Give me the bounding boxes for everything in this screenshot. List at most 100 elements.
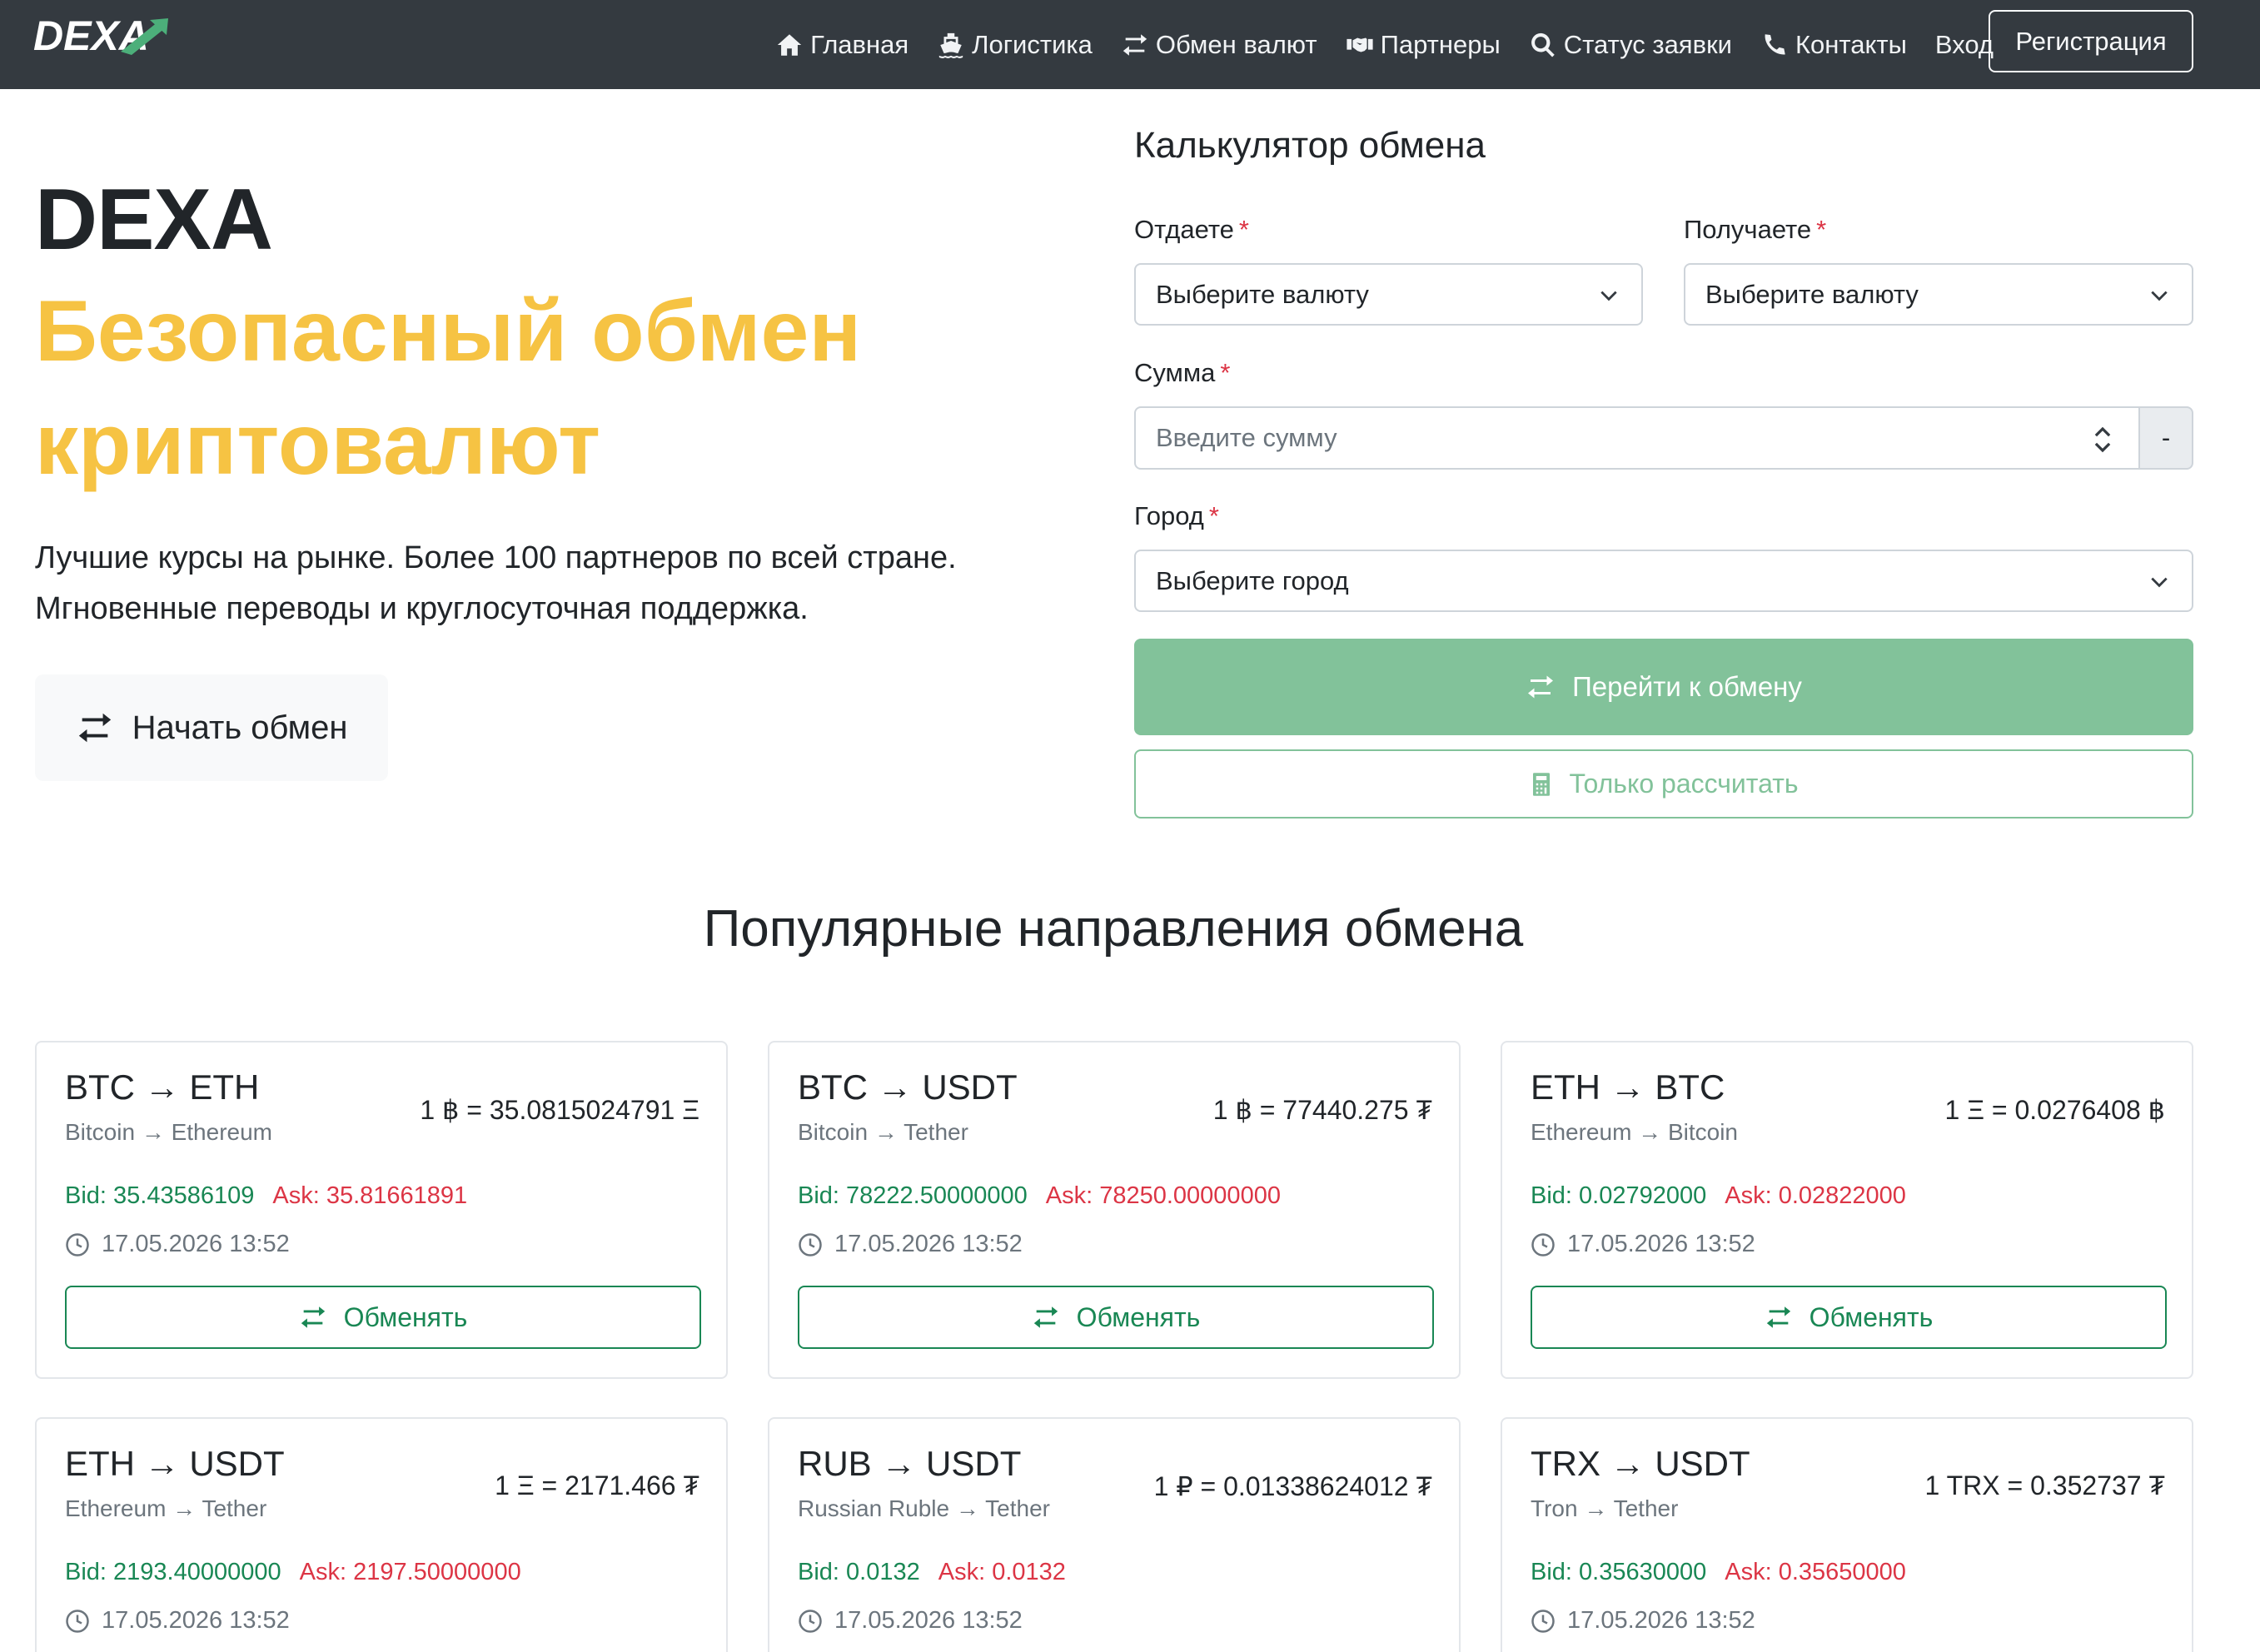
nav-login-label: Вход bbox=[1934, 29, 1994, 59]
start-exchange-label: Начать обмен bbox=[132, 709, 348, 746]
nav-home-label: Главная bbox=[810, 29, 909, 59]
card-pair: BTC → USDT bbox=[798, 1067, 1018, 1107]
handshake-icon bbox=[1346, 37, 1373, 52]
city-select[interactable]: Выберите город bbox=[1134, 550, 2193, 612]
nav-login[interactable]: Вход bbox=[1935, 30, 1994, 60]
card-rate: 1 ฿ = 35.0815024791 Ξ bbox=[420, 1095, 699, 1125]
card-pair: TRX → USDT bbox=[1531, 1444, 1750, 1483]
calculate-only-button[interactable]: Только рассчитать bbox=[1134, 749, 2193, 819]
card-exchange-label: Обменять bbox=[343, 1301, 468, 1332]
give-label-text: Отдаете bbox=[1134, 215, 1234, 244]
card-bid: Bid: 35.43586109 bbox=[65, 1182, 255, 1209]
city-label: Город * bbox=[1134, 501, 1219, 531]
nav-status[interactable]: Статус заявки bbox=[1529, 30, 1732, 60]
card-exchange-button[interactable]: Обменять bbox=[65, 1286, 701, 1349]
nav-logistics-label: Логистика bbox=[972, 29, 1093, 59]
clock-icon bbox=[799, 1609, 822, 1633]
hero-title: Безопасный обмен криптовалют bbox=[35, 283, 862, 493]
calculator-title: Калькулятор обмена bbox=[1134, 125, 1486, 166]
card-exchange-label: Обменять bbox=[1076, 1301, 1201, 1332]
nav-partners[interactable]: Партнеры bbox=[1346, 30, 1501, 60]
nav-menu: Главная Логистика Обмен валют Партнеры С… bbox=[775, 0, 1994, 89]
exchange-card: ETH → USDT Ethereum → Tether 1 Ξ = 2171.… bbox=[35, 1417, 728, 1652]
card-names: Ethereum → Tether bbox=[65, 1495, 267, 1521]
exchange-card: ETH → BTC Ethereum → Bitcoin 1 Ξ = 0.027… bbox=[1501, 1041, 2193, 1379]
hero-description: Лучшие курсы на рынке. Более 100 партнер… bbox=[35, 540, 957, 626]
card-bid-ask: Bid: 2193.40000000 Ask: 2197.50000000 bbox=[65, 1559, 521, 1586]
card-time-value: 17.05.2026 13:52 bbox=[1567, 1231, 1755, 1257]
get-currency-value: Выберите валюту bbox=[1705, 279, 1919, 309]
card-ask: Ask: 78250.00000000 bbox=[1045, 1182, 1281, 1209]
exchange-icon bbox=[1766, 1306, 1790, 1328]
clock-icon bbox=[799, 1232, 822, 1256]
card-bid-ask: Bid: 78222.50000000 Ask: 78250.00000000 bbox=[798, 1182, 1281, 1210]
card-pair: ETH → BTC bbox=[1531, 1067, 1725, 1107]
nav-exchange[interactable]: Обмен валют bbox=[1121, 30, 1317, 60]
exchange-icon bbox=[78, 713, 111, 743]
nav-partners-label: Партнеры bbox=[1380, 29, 1501, 59]
exchange-card: TRX → USDT Tron → Tether 1 TRX = 0.35273… bbox=[1501, 1417, 2193, 1652]
card-time-value: 17.05.2026 13:52 bbox=[834, 1231, 1023, 1257]
amount-label: Сумма * bbox=[1134, 358, 1230, 388]
card-bid-ask: Bid: 35.43586109 Ask: 35.81661891 bbox=[65, 1182, 467, 1210]
popular-directions-title: Популярные направления обмена bbox=[703, 900, 1524, 958]
get-label-text: Получаете bbox=[1684, 215, 1812, 244]
card-bid: Bid: 78222.50000000 bbox=[798, 1182, 1028, 1209]
nav-contacts[interactable]: Контакты bbox=[1760, 30, 1907, 60]
card-pair: ETH → USDT bbox=[65, 1444, 285, 1483]
dexa-logo[interactable]: DEXA bbox=[33, 15, 221, 58]
card-exchange-button[interactable]: Обменять bbox=[798, 1286, 1434, 1349]
nav-exchange-label: Обмен валют bbox=[1155, 29, 1317, 59]
search-icon bbox=[1531, 32, 1555, 57]
card-time-value: 17.05.2026 13:52 bbox=[102, 1231, 290, 1257]
card-names: Bitcoin → Tether bbox=[798, 1119, 968, 1145]
card-time-value: 17.05.2026 13:52 bbox=[1567, 1607, 1755, 1634]
card-ask: Ask: 0.02822000 bbox=[1725, 1182, 1906, 1209]
nav-logistics[interactable]: Логистика bbox=[937, 30, 1093, 60]
city-label-text: Город bbox=[1134, 501, 1204, 530]
register-button[interactable]: Регистрация bbox=[1989, 10, 2193, 72]
calculator-icon bbox=[1533, 772, 1551, 796]
card-time: 17.05.2026 13:52 bbox=[1531, 1231, 1755, 1258]
nav-status-label: Статус заявки bbox=[1563, 29, 1732, 59]
exchange-icon bbox=[301, 1306, 325, 1328]
required-mark: * bbox=[1238, 215, 1249, 244]
card-pair: BTC → ETH bbox=[65, 1067, 260, 1107]
card-bid-ask: Bid: 0.35630000 Ask: 0.35650000 bbox=[1531, 1559, 1906, 1586]
card-ask: Ask: 0.35650000 bbox=[1725, 1559, 1906, 1585]
go-to-exchange-button[interactable]: Перейти к обмену bbox=[1134, 639, 2193, 735]
card-bid: Bid: 0.0132 bbox=[798, 1559, 920, 1585]
start-exchange-button[interactable]: Начать обмен bbox=[35, 674, 388, 781]
clock-icon bbox=[1531, 1609, 1555, 1633]
spinner-arrows-icon[interactable] bbox=[2092, 423, 2113, 456]
give-currency-select[interactable]: Выберите валюту bbox=[1134, 263, 1643, 326]
nav-home[interactable]: Главная bbox=[775, 30, 908, 60]
card-exchange-button[interactable]: Обменять bbox=[1531, 1286, 2167, 1349]
required-mark: * bbox=[1208, 501, 1219, 530]
card-rate: 1 Ξ = 0.0276408 ฿ bbox=[1944, 1095, 2165, 1125]
card-time-value: 17.05.2026 13:52 bbox=[102, 1607, 290, 1634]
chevron-down-icon bbox=[2151, 577, 2168, 588]
clock-icon bbox=[66, 1609, 89, 1633]
card-rate: 1 ฿ = 77440.275 ₮ bbox=[1212, 1095, 1432, 1125]
home-icon bbox=[777, 33, 802, 56]
card-rate: 1 TRX = 0.352737 ₮ bbox=[1924, 1470, 2165, 1500]
exchange-icon bbox=[1123, 33, 1147, 56]
card-names: Russian Ruble → Tether bbox=[798, 1495, 1050, 1521]
card-bid-ask: Bid: 0.02792000 Ask: 0.02822000 bbox=[1531, 1182, 1906, 1210]
card-bid: Bid: 2193.40000000 bbox=[65, 1559, 281, 1585]
card-names: Bitcoin → Ethereum bbox=[65, 1119, 272, 1145]
card-time: 17.05.2026 13:52 bbox=[65, 1231, 290, 1258]
get-currency-select[interactable]: Выберите валюту bbox=[1684, 263, 2193, 326]
amount-currency-addon: - bbox=[2138, 406, 2193, 470]
city-value: Выберите город bbox=[1156, 565, 1349, 595]
calculate-only-label: Только рассчитать bbox=[1569, 769, 1799, 799]
card-names: Tron → Tether bbox=[1531, 1495, 1679, 1521]
card-bid-ask: Bid: 0.0132 Ask: 0.0132 bbox=[798, 1559, 1066, 1586]
card-bid: Bid: 0.35630000 bbox=[1531, 1559, 1707, 1585]
amount-input[interactable]: Введите сумму bbox=[1134, 406, 2140, 470]
card-rate: 1 ₽ = 0.01338624012 ₮ bbox=[1153, 1471, 1432, 1501]
chevron-down-icon bbox=[2151, 291, 2168, 301]
ship-icon bbox=[938, 32, 963, 58]
card-time: 17.05.2026 13:52 bbox=[65, 1607, 290, 1635]
